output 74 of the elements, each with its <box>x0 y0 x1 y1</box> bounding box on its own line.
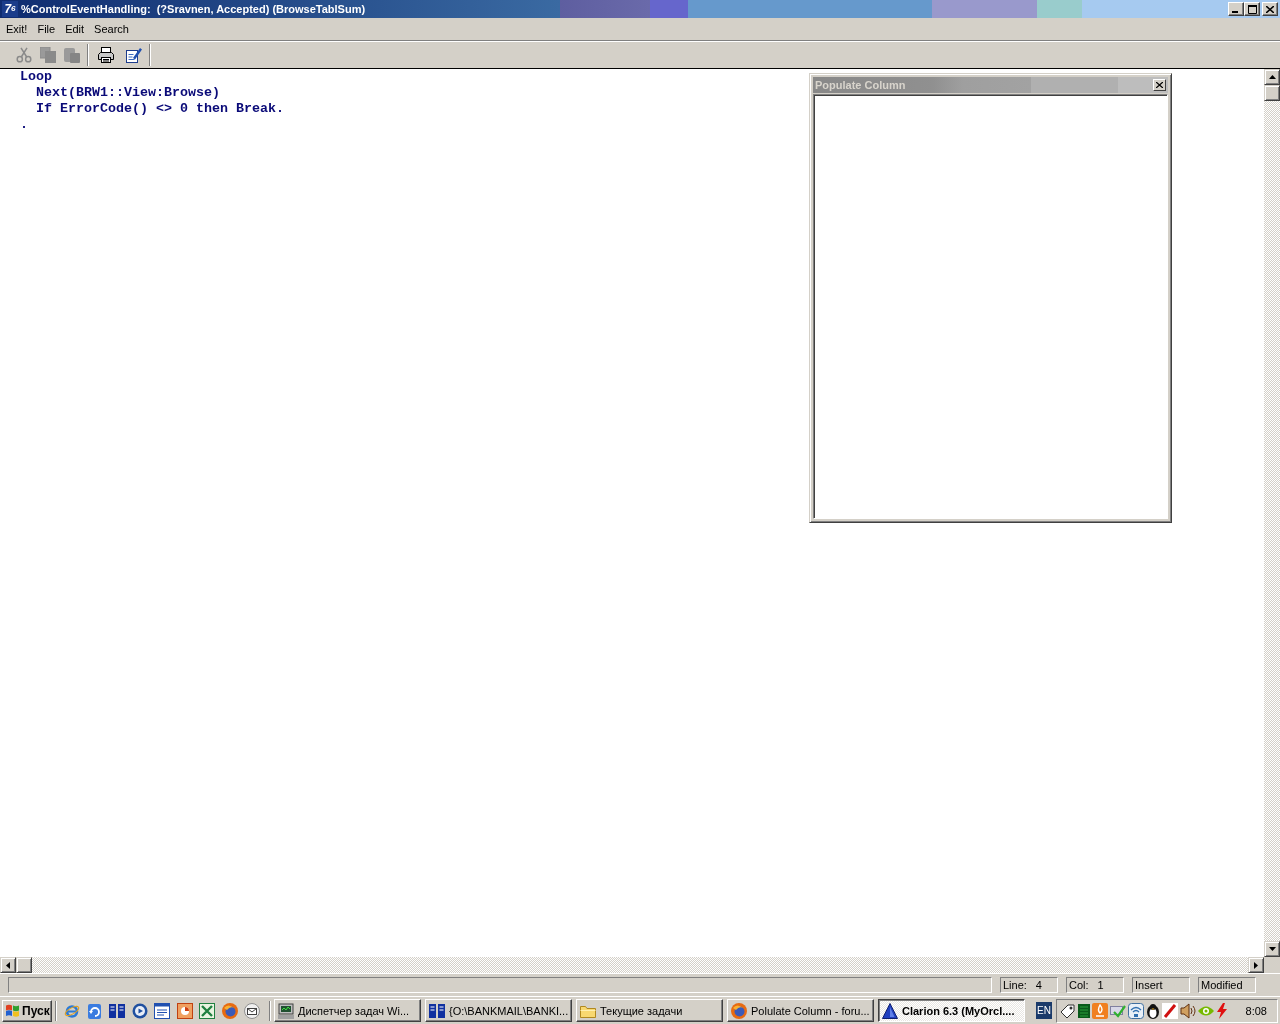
taskbar-button[interactable]: Текущие задачи <box>576 999 723 1022</box>
scroll-left-button[interactable] <box>0 957 16 973</box>
status-value: 1 <box>1097 979 1104 991</box>
code-line: If ErrorCode() <> 0 then Break. <box>36 101 284 117</box>
arrow-down-icon <box>1268 947 1276 951</box>
minimize-icon <box>1232 11 1238 13</box>
window-title: Populate Column <box>815 79 906 91</box>
clock[interactable]: 8:08 <box>1245 1004 1267 1017</box>
speaker-icon[interactable] <box>1179 1002 1196 1019</box>
monitor-icon <box>278 1002 294 1019</box>
book-icon[interactable] <box>109 1002 125 1019</box>
folder-icon <box>580 1003 596 1018</box>
slash-tile-icon[interactable] <box>1161 1002 1178 1019</box>
start-button[interactable]: Пуск <box>2 999 52 1022</box>
play-icon[interactable] <box>131 1002 148 1019</box>
arrow-right-icon <box>1254 961 1258 969</box>
menu-item[interactable]: Edit <box>60 22 90 36</box>
close-button[interactable] <box>1153 79 1166 91</box>
globe-icon[interactable] <box>221 1002 238 1019</box>
network-icon[interactable] <box>1127 1002 1144 1019</box>
code-editor[interactable]: Loop Next(BRW1::View:Browse) If ErrorCode() <> 0 then Break. . Populate Column <box>0 69 1264 957</box>
scroll-up-button[interactable] <box>1264 69 1280 85</box>
taskbar-button[interactable]: {O:\BANKMAIL\BANKI... <box>425 999 572 1022</box>
printer-icon <box>97 47 114 63</box>
clipboard-icon <box>63 47 80 63</box>
maximize-button[interactable] <box>1244 2 1260 16</box>
copy-icon <box>39 47 56 63</box>
envelope-icon[interactable] <box>244 1002 260 1019</box>
close-icon <box>1266 5 1274 13</box>
penguin-icon[interactable] <box>1145 1002 1160 1019</box>
maximize-icon <box>1247 4 1257 14</box>
menu-item[interactable]: Exit! <box>1 22 33 36</box>
scrollbar-thumb[interactable] <box>1264 85 1280 101</box>
flame-tile-icon[interactable] <box>1091 1002 1108 1019</box>
scroll-down-button[interactable] <box>1264 941 1280 957</box>
window-title: %ControlEventHandling: (?Sravnen, Accepted) (BrowseTablSum) <box>21 3 366 15</box>
arrow-left-icon <box>6 961 10 969</box>
taskbar-button[interactable]: Clarion 6.3 (MyOrcl.... <box>878 999 1025 1022</box>
flag-icon <box>5 1004 20 1017</box>
close-button[interactable] <box>1262 2 1278 16</box>
arrow-up-icon <box>1268 75 1276 79</box>
check-icon[interactable] <box>1109 1003 1126 1018</box>
tag-icon[interactable] <box>1059 1002 1076 1019</box>
book-icon <box>429 1002 445 1019</box>
slide-icon[interactable] <box>176 1002 193 1019</box>
status-label: Modified <box>1201 979 1243 991</box>
minimize-button[interactable] <box>1228 2 1244 16</box>
refresh-page-icon[interactable] <box>86 1002 103 1019</box>
bolt-icon[interactable] <box>1215 1002 1228 1019</box>
triangle-icon <box>882 1002 898 1019</box>
page-pencil-icon <box>125 47 142 63</box>
status-value: 4 <box>1035 979 1042 991</box>
status-label: Line: <box>1003 979 1027 991</box>
horizontal-scrollbar-track[interactable] <box>0 957 1264 973</box>
scrollbar-thumb[interactable] <box>16 957 32 973</box>
menu-item[interactable]: File <box>32 22 61 36</box>
menu-item[interactable]: Search <box>89 22 134 36</box>
scissors-icon <box>15 47 32 63</box>
spreadsheet-icon[interactable] <box>199 1002 215 1019</box>
document-icon[interactable] <box>154 1002 170 1019</box>
globe-icon <box>731 1002 747 1019</box>
orbit-icon[interactable] <box>64 1002 80 1019</box>
taskbar-button[interactable]: Polulate Column - foru... <box>727 999 874 1022</box>
code-line: . <box>20 117 28 133</box>
square-icon[interactable] <box>1077 1003 1090 1018</box>
code-line: Loop <box>20 69 52 85</box>
language-indicator[interactable]: EN <box>1036 1002 1052 1019</box>
scroll-right-button[interactable] <box>1248 957 1264 973</box>
close-icon <box>1156 82 1163 88</box>
taskbar-button[interactable]: Диспетчер задач Wi... <box>274 999 421 1022</box>
status-label: Col: <box>1069 979 1089 991</box>
vertical-scrollbar-track[interactable] <box>1264 69 1280 957</box>
status-label: Insert <box>1135 979 1163 991</box>
code-line: Next(BRW1::View:Browse) <box>36 85 220 101</box>
